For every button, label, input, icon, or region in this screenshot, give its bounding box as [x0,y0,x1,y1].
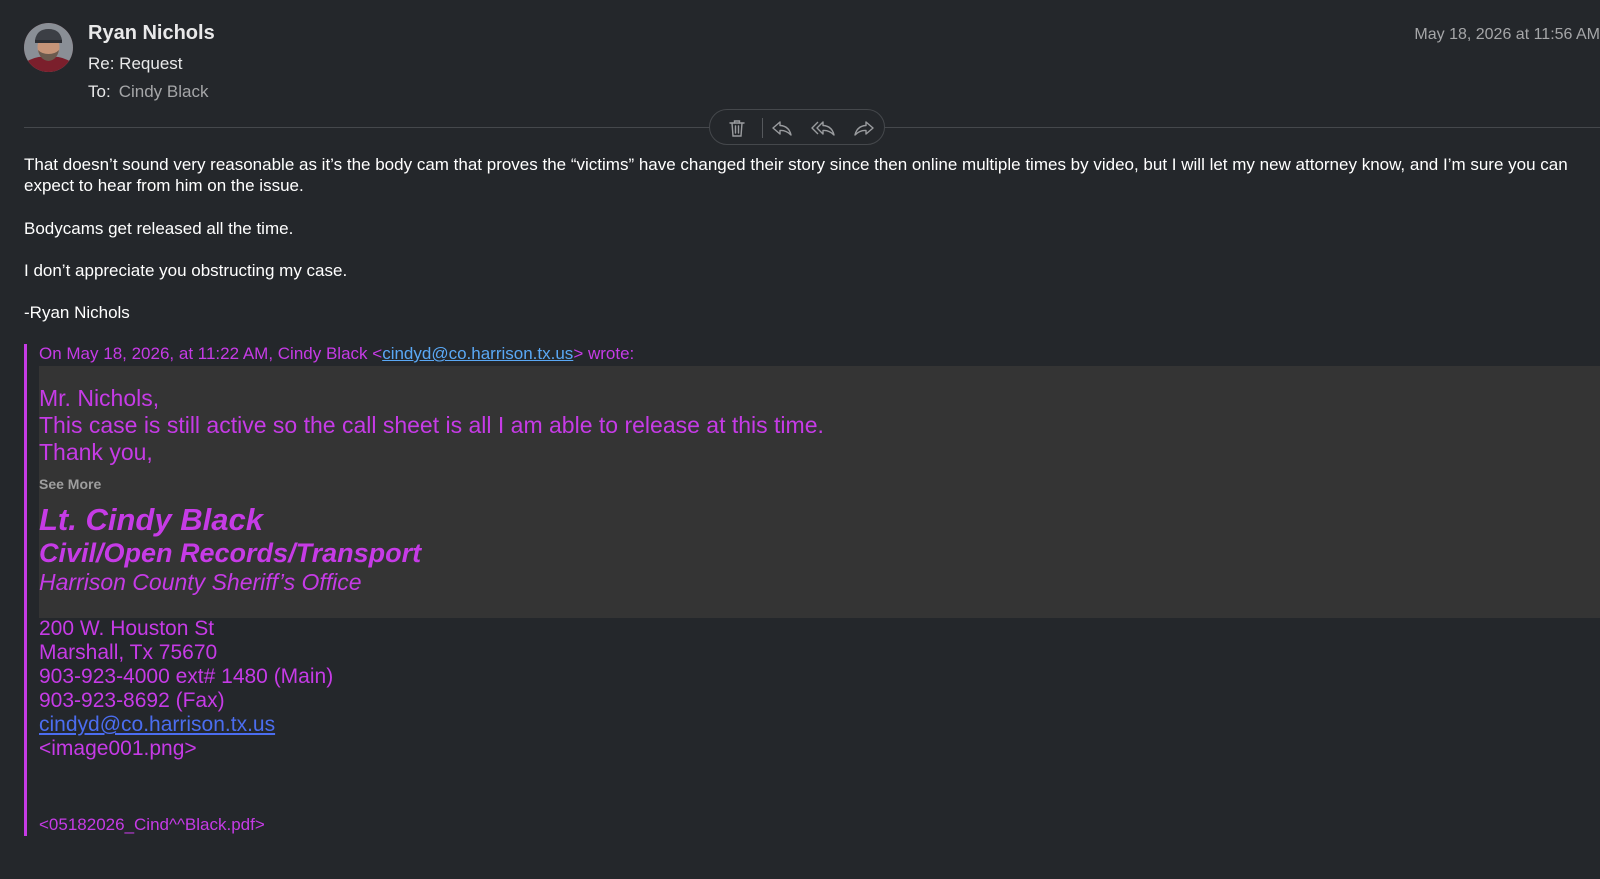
signature-title: Civil/Open Records/Transport [39,538,422,568]
quote-header-suffix: > wrote: [573,344,635,363]
quote-greeting: Mr. Nichols, [39,385,160,411]
signature-phone-fax: 903-923-8692 (Fax) [39,689,225,712]
signature-address-street: 200 W. Houston St [39,617,215,640]
reply-button[interactable] [769,115,795,141]
trash-button[interactable] [724,115,750,141]
quote-text: This case is still active so the call sh… [39,412,824,438]
signature-office: Harrison County Sheriff’s Office [39,569,362,595]
body-paragraph: Bodycams get released all the time. [24,219,294,238]
message-toolbar [709,109,885,145]
to-label: To: [88,82,111,101]
body-paragraph: I don’t appreciate you obstructing my ca… [24,261,348,280]
reply-icon [772,121,792,136]
trash-icon [729,120,745,137]
avatar[interactable] [24,23,73,72]
quote-closing: Thank you, [39,439,153,465]
image-placeholder: <image001.png> [39,737,197,760]
subject-line: Re: Request [88,54,183,73]
quote-header-prefix: On May 18, 2026, at 11:22 AM, Cindy Blac… [39,344,383,363]
signature-phone-main: 903-923-4000 ext# 1480 (Main) [39,665,334,688]
signature-name: Lt. Cindy Black [39,502,263,537]
toolbar-separator [762,118,763,138]
attachment-link[interactable]: <05182026_Cind^^Black.pdf> [39,815,265,835]
body-signature: -Ryan Nichols [24,303,130,322]
recipient-name[interactable]: Cindy Black [119,82,209,101]
quote-header-email-link[interactable]: cindyd@co.harrison.tx.us [382,344,573,363]
signature-email-link[interactable]: cindyd@co.harrison.tx.us [39,713,275,737]
sender-name[interactable]: Ryan Nichols [88,22,215,45]
reply-all-button[interactable] [810,115,836,141]
quote-bar [24,344,27,836]
reply-all-icon [811,121,835,136]
quote-header: On May 18, 2026, at 11:22 AM, Cindy Blac… [39,344,634,364]
forward-button[interactable] [851,115,877,141]
body-paragraph: That doesn’t sound very reasonable as it… [24,155,1568,195]
forward-icon [854,121,874,136]
see-more-link[interactable]: See More [39,476,101,492]
signature-address-city: Marshall, Tx 75670 [39,641,218,664]
recipient-row: To: Cindy Black [88,82,208,102]
message-date: May 18, 2026 at 11:56 AM [1414,26,1600,43]
